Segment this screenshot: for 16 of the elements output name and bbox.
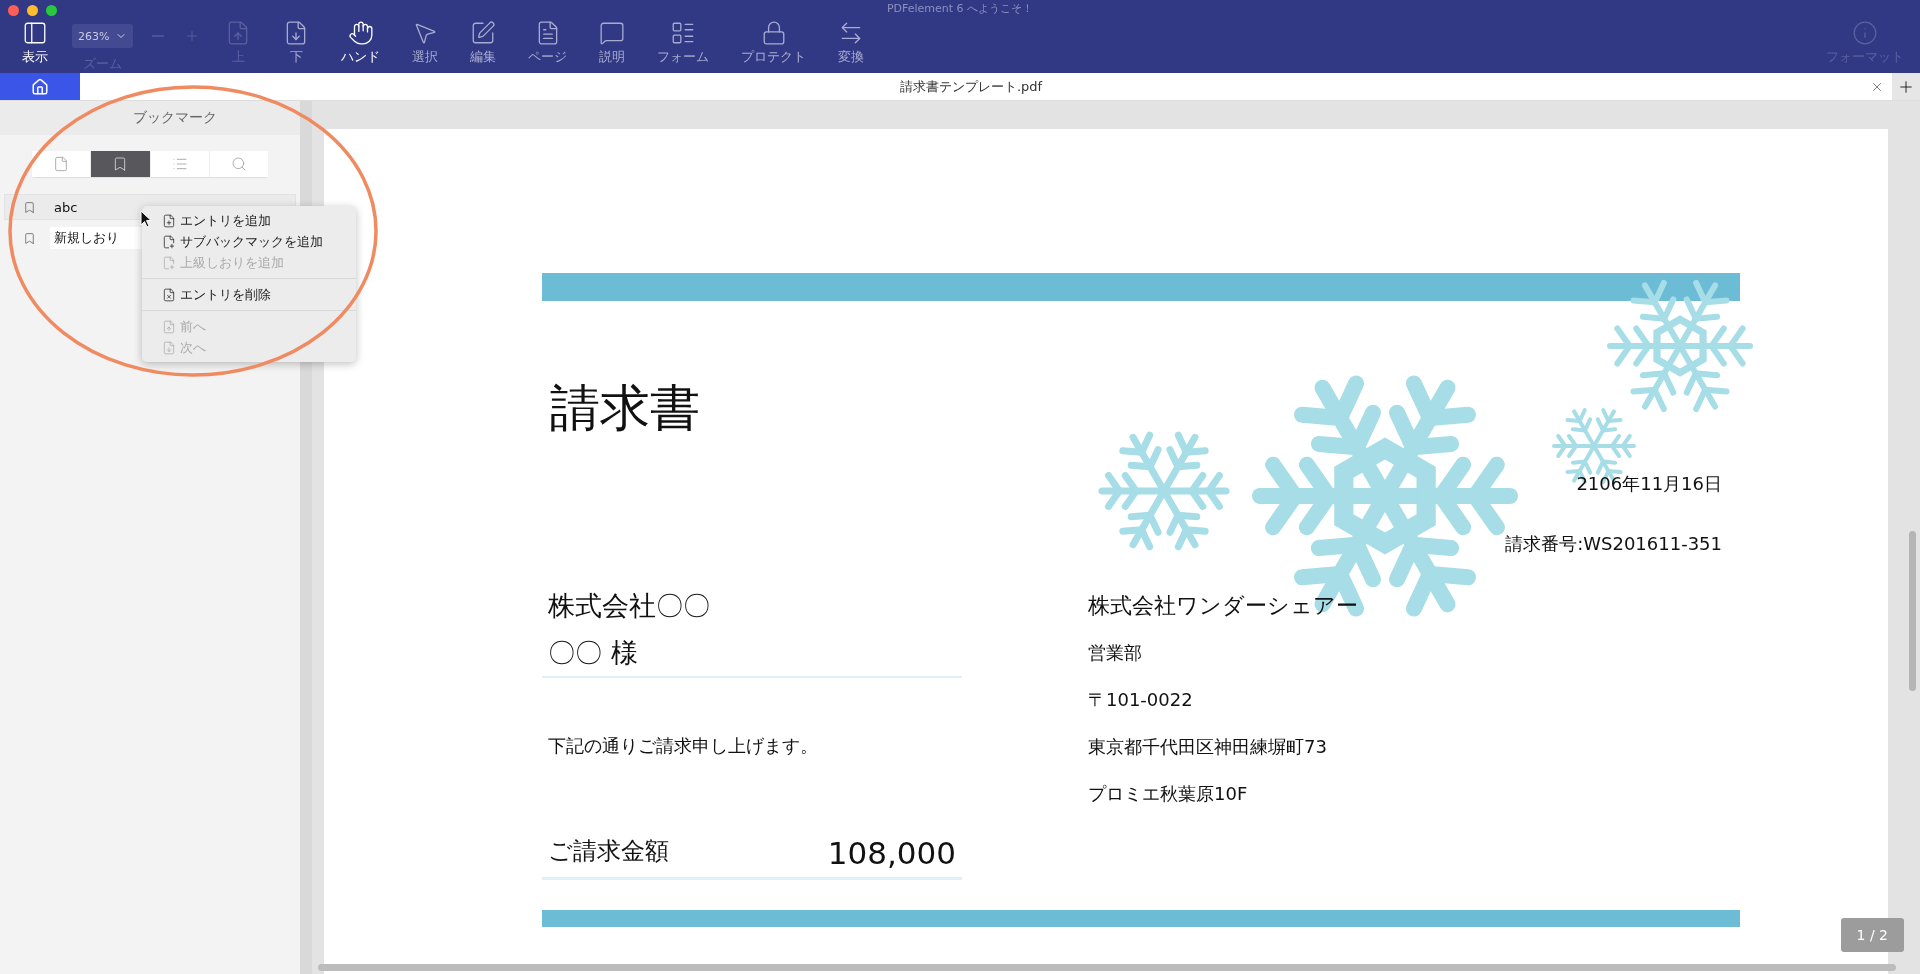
- amount-label: ご請求金額: [548, 836, 669, 867]
- sender-info: 〒101-0022: [1088, 688, 1194, 712]
- invoice-title: 請求書: [550, 378, 700, 439]
- window-title: PDFelement 6 へようこそ！: [886, 0, 1034, 16]
- recipient-name: 〇〇 様: [547, 636, 639, 670]
- page-indicator: 1 / 2: [1840, 918, 1904, 952]
- sender-info: 東京都千代田区神田練塀町73: [1088, 735, 1328, 759]
- panel-title: ブックマーク: [132, 109, 217, 127]
- sender-info: 営業部: [1088, 641, 1143, 665]
- sender-info: 株式会社ワンダーシェアー: [1088, 592, 1359, 620]
- invoice-message: 下記の通りご請求申し上げます。: [547, 734, 819, 758]
- invoice-number: 請求番号:WS201611-351: [1505, 532, 1722, 556]
- invoice-date: 2106年11月16日: [1576, 472, 1722, 496]
- amount-value: 108,000: [827, 835, 956, 871]
- sender-info: プロミエ秋葉原10F: [1088, 782, 1249, 806]
- recipient-name: 株式会社〇〇: [547, 589, 711, 623]
